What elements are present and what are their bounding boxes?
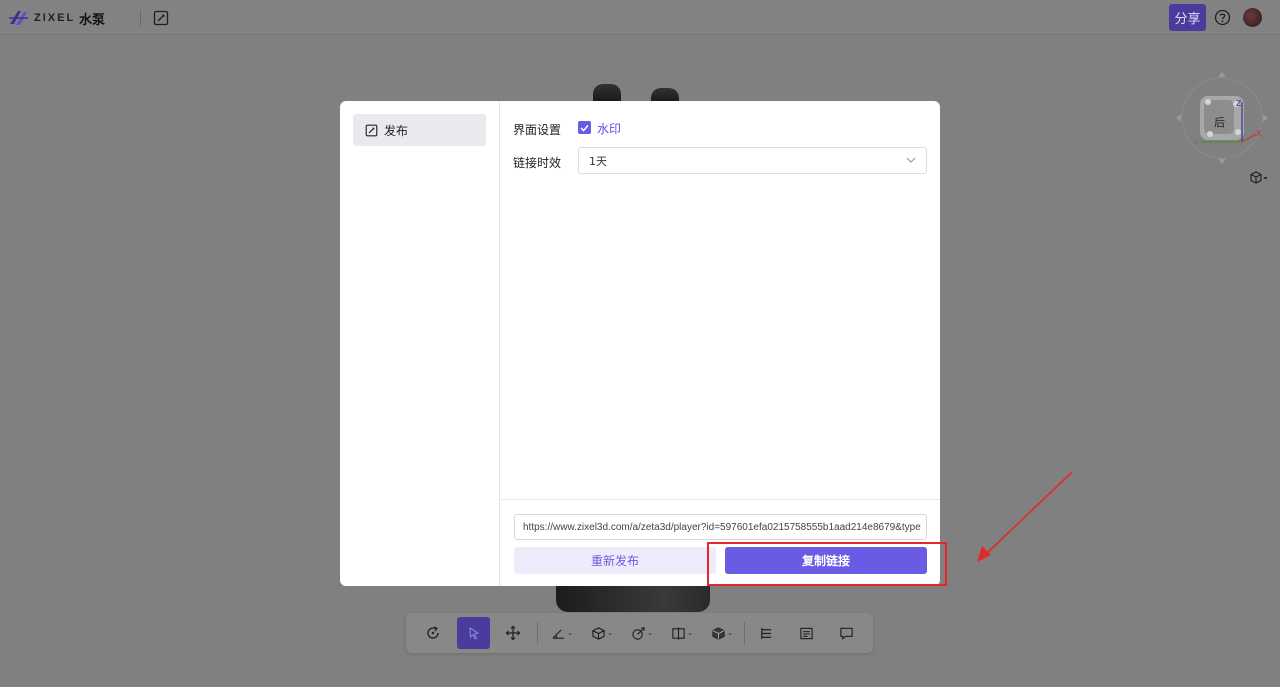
share-url-field[interactable]: https://www.zixel3d.com/a/zeta3d/player?… [514, 514, 927, 540]
chevron-down-icon: ⌄ [567, 629, 573, 637]
structure-tree-button[interactable] [753, 617, 779, 649]
annotation-arrow-icon [977, 471, 1073, 562]
sidebar-item-publish[interactable]: 发布 [353, 114, 486, 146]
edit-icon [365, 124, 378, 136]
split-view-icon [672, 626, 685, 640]
bottom-toolbar: ⌄ ⌄ ⌄ ⌄ ⌄ [406, 613, 873, 653]
chevron-down-icon: ⌄ [607, 629, 613, 637]
logo-text: ZIXEL [34, 12, 76, 24]
link-expiry-select[interactable]: 1天 [578, 147, 927, 174]
select-button[interactable] [457, 617, 490, 649]
move-icon [505, 625, 521, 641]
footer-divider [501, 499, 940, 500]
axis-label: Y [1193, 139, 1199, 148]
help-icon[interactable] [1214, 9, 1231, 26]
split-view-button[interactable]: ⌄ [667, 617, 697, 649]
ui-settings-label: 界面设置 [513, 123, 562, 137]
user-avatar[interactable] [1243, 8, 1262, 27]
watermark-checkbox[interactable] [578, 121, 591, 134]
rotate-icon [427, 626, 439, 639]
top-bar: ZIXEL 水泵 分享 [0, 0, 1280, 35]
project-name: 水泵 [79, 13, 106, 28]
comment-button[interactable] [833, 617, 859, 649]
toolbar-divider [537, 622, 538, 644]
link-expiry-label: 链接时效 [513, 156, 562, 170]
toolbar-divider [744, 622, 745, 644]
topbar-divider [140, 10, 141, 26]
sidebar-item-label: 发布 [384, 123, 409, 138]
cursor-icon [468, 626, 479, 640]
chevron-down-icon: ⌄ [727, 629, 733, 637]
edit-icon[interactable] [153, 10, 169, 26]
watermark-label[interactable]: 水印 [597, 120, 621, 137]
comment-icon [839, 627, 853, 640]
measure-button[interactable]: ⌄ [547, 617, 577, 649]
axis-label: Z [1236, 99, 1242, 108]
measure-icon [552, 628, 565, 639]
chevron-down-icon: ⌄ [647, 629, 653, 637]
republish-button[interactable]: 重新发布 [514, 547, 716, 574]
chevron-down-icon: ⌄ [687, 629, 693, 637]
model-part [556, 584, 710, 612]
explode-icon [632, 626, 645, 640]
dialog-sidebar: 发布 [340, 101, 500, 586]
axis-label: X [1256, 129, 1262, 138]
view-cube-face: 后 [1214, 116, 1225, 129]
view-cube[interactable]: 后 Z Y X [1174, 70, 1270, 166]
share-button[interactable]: 分享 [1169, 4, 1206, 31]
properties-button[interactable] [793, 617, 819, 649]
zixel-logo-icon [9, 11, 28, 25]
check-icon [580, 124, 589, 132]
cube-dropdown-icon[interactable] [1249, 170, 1269, 184]
section-button[interactable]: ⌄ [587, 617, 617, 649]
display-mode-icon [712, 626, 725, 640]
section-box-icon [592, 626, 605, 640]
rotate-button[interactable] [420, 617, 446, 649]
link-expiry-value: 1天 [589, 154, 607, 168]
explode-button[interactable]: ⌄ [627, 617, 657, 649]
zixel-logo[interactable]: ZIXEL [8, 8, 75, 28]
annotation-highlight-box [707, 542, 947, 586]
display-mode-button[interactable]: ⌄ [707, 617, 737, 649]
chevron-down-icon [906, 157, 916, 163]
dialog-content: 界面设置 水印 链接时效 1天 https://www.zixel3d.com/… [501, 101, 940, 586]
publish-dialog: 发布 界面设置 水印 链接时效 1天 https://www.zixel3d.c… [340, 101, 940, 586]
move-button[interactable] [500, 617, 526, 649]
structure-tree-icon [760, 627, 771, 639]
properties-icon [799, 627, 813, 639]
